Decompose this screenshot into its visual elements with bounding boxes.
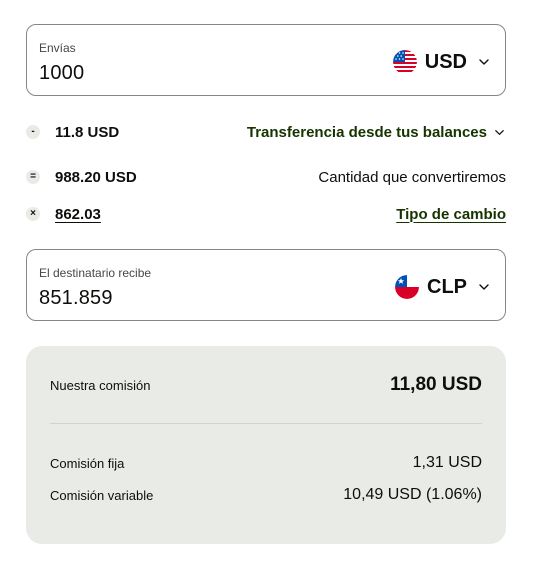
payment-method-label: Transferencia desde tus balances	[246, 123, 487, 141]
multiply-icon: ×	[26, 207, 40, 221]
send-currency-code: USD	[424, 50, 467, 73]
send-amount-input[interactable]: 1000	[39, 62, 84, 85]
variable-fee-row: Comisión variable 10,49 USD (1.06%)	[50, 484, 482, 506]
converted-amount: 988.20 USD	[55, 168, 137, 186]
receive-currency-selector[interactable]: CLP	[395, 272, 491, 302]
us-flag-icon	[392, 50, 417, 74]
fixed-fee-value: 1,31 USD	[412, 454, 482, 471]
fee-row: - 11.8 USD Transferencia desde tus balan…	[26, 121, 506, 143]
equals-icon: =	[26, 170, 40, 184]
send-currency-selector[interactable]: USD	[392, 47, 491, 77]
receive-currency-code: CLP	[427, 275, 467, 298]
chevron-down-icon	[479, 59, 489, 65]
converted-amount-row: = 988.20 USD Cantidad que convertiremos	[26, 166, 506, 188]
send-amount-box[interactable]: Envías 1000 USD	[26, 24, 506, 96]
chile-flag-icon	[395, 275, 419, 299]
fixed-fee-label: Comisión fija	[50, 455, 125, 471]
divider	[50, 423, 482, 424]
chevron-down-icon	[479, 284, 489, 290]
receive-label: El destinatario recibe	[39, 266, 152, 280]
exchange-rate-row: × 862.03 Tipo de cambio	[26, 203, 506, 225]
fee-breakdown-panel: Nuestra comisión 11,80 USD Comisión fija…	[26, 346, 506, 544]
exchange-rate-value[interactable]: 862.03	[55, 206, 101, 223]
receive-amount-input[interactable]: 851.859	[39, 287, 113, 310]
our-fee-label: Nuestra comisión	[50, 377, 151, 393]
chevron-down-icon	[495, 129, 504, 135]
payment-method-selector[interactable]: Transferencia desde tus balances	[247, 124, 506, 141]
our-fee-value: 11,80 USD	[390, 374, 482, 395]
variable-fee-value: 10,49 USD (1.06%)	[343, 486, 482, 503]
fee-amount: 11.8 USD	[55, 123, 120, 141]
exchange-rate-link[interactable]: Tipo de cambio	[396, 206, 506, 223]
send-label: Envías	[39, 41, 76, 55]
converted-amount-label: Cantidad que convertiremos	[318, 168, 506, 186]
variable-fee-label: Comisión variable	[50, 487, 154, 503]
fixed-fee-row: Comisión fija 1,31 USD	[50, 452, 482, 474]
receive-amount-box[interactable]: El destinatario recibe 851.859 CLP	[26, 249, 506, 321]
minus-icon: -	[26, 125, 40, 139]
our-fee-row: Nuestra comisión 11,80 USD	[50, 372, 482, 398]
